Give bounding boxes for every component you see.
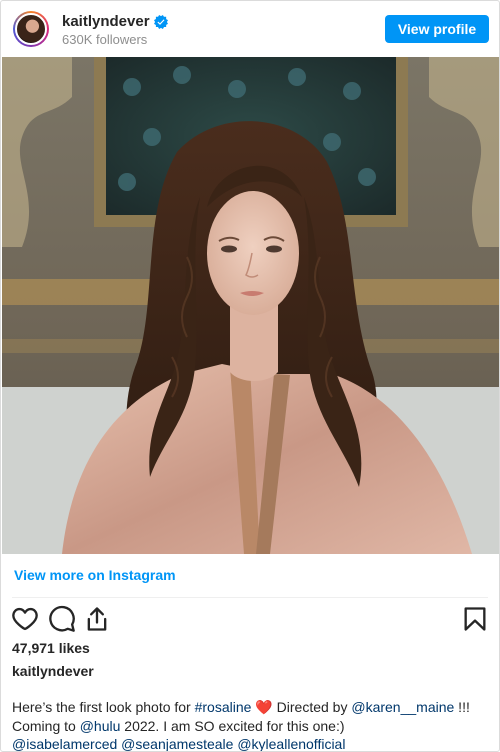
divider [12,597,488,598]
hashtag-link[interactable]: #rosaline [195,699,252,715]
heart-icon[interactable] [11,605,39,633]
caption-segment: Directed by [272,699,352,715]
share-icon[interactable] [83,605,111,633]
caption-segment: !!! [454,699,470,715]
view-more-link[interactable]: View more on Instagram [14,567,176,583]
caption-owner[interactable]: kaitlyndever [12,663,94,679]
post-header: kaitlyndever 630K followers View profile [1,1,499,57]
mention-link[interactable]: @isabelamerced [12,736,117,751]
mention-link[interactable]: @seanjamesteale [121,736,233,751]
caption-segment: Coming to [12,717,80,734]
likes-count[interactable]: 47,971 likes [12,640,90,656]
caption-text: Here’s the first look photo for #rosalin… [12,698,492,751]
caption-segment: 2022. I am SO excited for this one:) [120,717,345,734]
comment-icon[interactable] [48,605,76,633]
username-link[interactable]: kaitlyndever [62,13,150,30]
instagram-embed-card: kaitlyndever 630K followers View profile [0,0,500,752]
caption-segment: Here’s the first look photo for [12,699,195,715]
bookmark-icon[interactable] [461,605,489,633]
heart-emoji: ❤️ [255,699,273,715]
avatar[interactable] [13,11,49,47]
action-bar [11,605,489,633]
mention-link[interactable]: @karen__maine [351,699,454,715]
mention-link[interactable]: @hulu [80,718,121,734]
verified-badge-icon [153,14,168,29]
view-profile-button[interactable]: View profile [385,15,489,43]
mention-link[interactable]: @kyleallenofficial [237,736,345,751]
followers-count: 630K followers [62,32,148,47]
post-photo[interactable] [2,57,499,554]
username-row: kaitlyndever [62,13,168,30]
